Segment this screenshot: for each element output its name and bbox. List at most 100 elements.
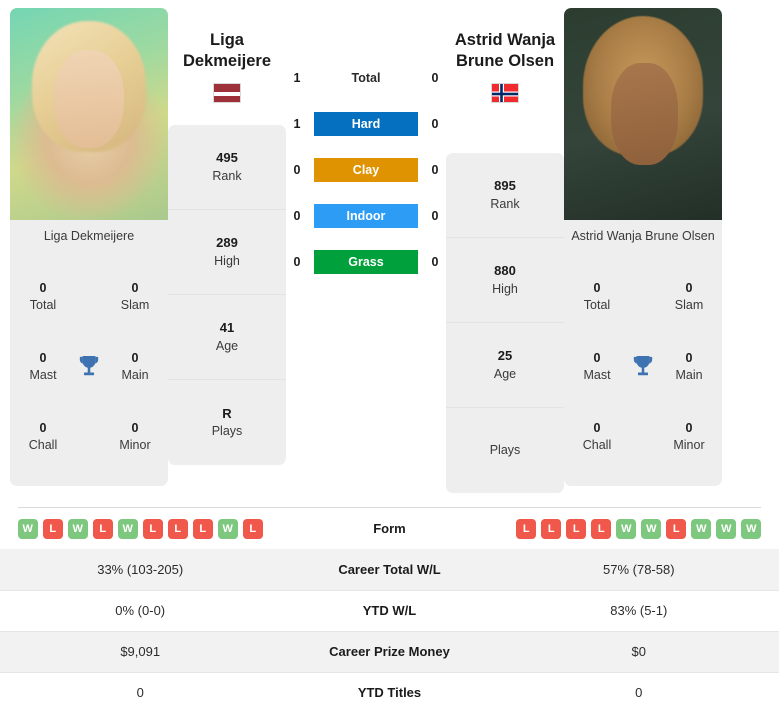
- right-age-label: Age: [493, 366, 517, 381]
- left-titles-main: 0 Main: [106, 350, 164, 384]
- left-titles-minor: 0 Minor: [106, 420, 164, 454]
- h2h-right-score: 0: [431, 71, 439, 85]
- left-titles-mast-value: 0: [39, 351, 47, 366]
- right-player-photo: [564, 8, 722, 220]
- form-badge-win[interactable]: W: [67, 518, 88, 539]
- form-badge-loss[interactable]: L: [516, 518, 537, 539]
- left-value-cell: 0% (0-0): [0, 590, 281, 632]
- right-trophy-icon-cell: [626, 354, 660, 380]
- form-badge-win[interactable]: W: [716, 518, 737, 539]
- form-badge-win[interactable]: W: [741, 518, 762, 539]
- right-titles-minor-value: 0: [685, 421, 693, 436]
- h2h-row-total: 1 Total 0: [286, 66, 446, 90]
- form-badge-loss[interactable]: L: [541, 518, 562, 539]
- form-badge-loss[interactable]: L: [142, 518, 163, 539]
- right-titles-slam-label: Slam: [674, 298, 704, 312]
- form-badge-loss[interactable]: L: [566, 518, 587, 539]
- h2h-surface-label-indoor[interactable]: Indoor: [314, 204, 418, 228]
- trophy-icon: [633, 356, 653, 376]
- right-player-name-line1: Astrid Wanja: [454, 31, 556, 49]
- left-plays-label: Plays: [211, 424, 243, 439]
- right-rank-value: 895: [494, 178, 516, 194]
- form-badge-loss[interactable]: L: [42, 518, 63, 539]
- left-player-rank-card: 495 Rank 289 High 41 Age R Plays: [168, 125, 286, 466]
- h2h-left-score: 0: [293, 163, 301, 177]
- h2h-left-score: 1: [293, 117, 301, 131]
- right-titles-total: 0 Total: [568, 280, 626, 314]
- form-badge-loss[interactable]: L: [591, 518, 612, 539]
- right-player-rank-card: 895 Rank 880 High 25 Age Plays: [446, 153, 564, 494]
- left-rank-label: Rank: [212, 168, 242, 183]
- right-titles-total-label: Total: [583, 298, 611, 312]
- right-player-name-line2: Brune Olsen: [455, 52, 555, 71]
- right-form-badges: LLLLWWLWWW: [499, 518, 779, 539]
- player-comparison-table: W L W L W L L L W L Form L L L L W W L W W W 33% (103-205) Car…: [0, 508, 779, 713]
- h2h-left-score: 1: [293, 71, 301, 85]
- left-titles-main-value: 0: [131, 351, 139, 366]
- right-titles-mast: 0 Mast: [568, 350, 626, 384]
- left-value-cell: 33% (103-205): [0, 549, 281, 591]
- right-rank-label: Rank: [490, 196, 520, 211]
- form-badge-win[interactable]: W: [691, 518, 712, 539]
- h2h-left-score: 0: [293, 209, 301, 223]
- h2h-surface-label-hard[interactable]: Hard: [314, 112, 418, 136]
- form-badge-loss[interactable]: L: [666, 518, 687, 539]
- left-high-value: 289: [216, 235, 238, 251]
- table-row: 33% (103-205) Career Total W/L 57% (78-58): [0, 549, 779, 591]
- right-titles-main: 0 Main: [660, 350, 718, 384]
- right-value-cell: 83% (5-1): [498, 590, 779, 632]
- h2h-surface-label-clay[interactable]: Clay: [314, 158, 418, 182]
- norway-flag-icon: [491, 83, 519, 104]
- left-form-badges: WLWLWLLLWL: [0, 518, 280, 539]
- h2h-row-indoor: 0 Indoor 0: [286, 204, 446, 228]
- left-titles-minor-value: 0: [131, 421, 139, 436]
- form-badge-loss[interactable]: L: [167, 518, 188, 539]
- left-titles-slam: 0 Slam: [106, 280, 164, 314]
- right-age-cell: 25 Age: [446, 323, 564, 409]
- left-titles-chall-label: Chall: [28, 438, 58, 452]
- head-to-head-surface-list: 1 Total 0 1 Hard 0 0 Clay 0 0 Indoor 0 0 Grass 0: [286, 8, 446, 274]
- left-value-cell: WLWLWLLLWL: [0, 508, 280, 549]
- row-label-cell: YTD Titles: [357, 685, 422, 701]
- h2h-surface-label-total: Total: [351, 71, 381, 85]
- h2h-row-clay: 0 Clay 0: [286, 158, 446, 182]
- right-titles-mast-value: 0: [593, 351, 601, 366]
- left-high-label: High: [214, 253, 240, 268]
- form-badge-win[interactable]: W: [641, 518, 662, 539]
- right-age-value: 25: [497, 348, 513, 364]
- right-titles-chall: 0 Chall: [568, 420, 626, 454]
- left-plays-value: R: [222, 405, 232, 421]
- left-age-cell: 41 Age: [168, 295, 286, 381]
- h2h-right-score: 0: [431, 255, 439, 269]
- left-player-info-column: Liga Dekmeijere 495 Rank 289 High 41 Age: [168, 8, 286, 466]
- left-player-card[interactable]: Liga Dekmeijere 0 Total 0 Slam 0 Mast 0 …: [10, 8, 168, 486]
- row-label-cell: YTD W/L: [280, 590, 499, 632]
- left-titles-total-value: 0: [39, 281, 47, 296]
- form-badge-loss[interactable]: L: [242, 518, 263, 539]
- table-row: W L W L W L L L W L Form L L L L W W L W W W: [0, 508, 779, 549]
- form-badge-win[interactable]: W: [616, 518, 637, 539]
- right-titles-total-value: 0: [593, 281, 601, 296]
- right-plays-label: Plays: [489, 442, 521, 457]
- left-player-name-line1: Liga: [210, 31, 244, 49]
- right-player-info-column: Astrid Wanja Brune Olsen 895 Rank 880 Hi…: [446, 8, 564, 494]
- h2h-right-score: 0: [431, 209, 439, 223]
- form-badge-loss[interactable]: L: [92, 518, 113, 539]
- table-row: 0% (0-0) YTD W/L 83% (5-1): [0, 590, 779, 632]
- right-titles-main-label: Main: [675, 368, 703, 382]
- right-player-card[interactable]: Astrid Wanja Brune Olsen 0 Total 0 Slam …: [564, 8, 722, 486]
- left-titles-total: 0 Total: [14, 280, 72, 314]
- h2h-surface-label-grass[interactable]: Grass: [314, 250, 418, 274]
- right-value-cell: 57% (78-58): [498, 549, 779, 591]
- right-high-value: 880: [494, 263, 516, 279]
- trophy-icon: [79, 356, 99, 376]
- right-value-cell: LLLLWWLWWW: [499, 508, 779, 549]
- form-badge-loss[interactable]: L: [192, 518, 213, 539]
- form-badge-win[interactable]: W: [217, 518, 238, 539]
- form-badge-win[interactable]: W: [117, 518, 138, 539]
- right-high-cell: 880 High: [446, 238, 564, 324]
- right-value-cell: 0: [635, 685, 643, 701]
- form-badge-win[interactable]: W: [17, 518, 38, 539]
- right-titles-mast-label: Mast: [583, 368, 611, 382]
- right-high-label: High: [492, 281, 518, 296]
